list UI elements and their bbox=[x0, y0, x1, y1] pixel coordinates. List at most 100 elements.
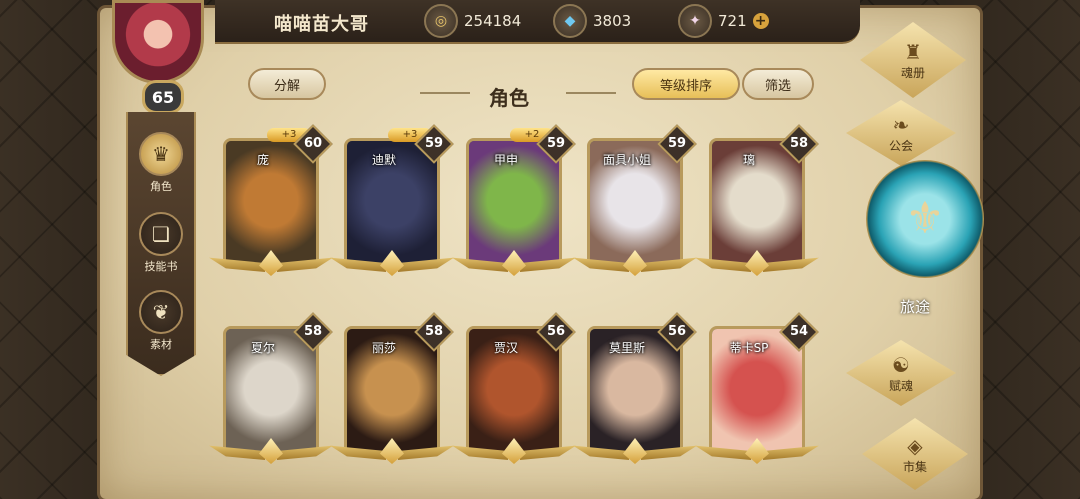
soul-grant-button[interactable]: ☯ 赋魂 bbox=[846, 340, 956, 406]
rank-gem-icon bbox=[259, 250, 283, 276]
rank-gem-icon bbox=[502, 250, 526, 276]
wing-icon bbox=[398, 257, 454, 272]
journey-ring: ⚜ bbox=[866, 160, 984, 278]
character-card[interactable]: 甲申 +2 59 bbox=[452, 124, 576, 276]
guild-label: 公会 bbox=[888, 138, 913, 153]
character-card[interactable]: 莫里斯 56 bbox=[573, 312, 697, 464]
character-name: 庞 bbox=[256, 153, 269, 167]
character-level: 58 bbox=[424, 324, 444, 339]
decompose-button[interactable]: 分解 bbox=[248, 68, 326, 100]
coin-icon: ◎ bbox=[424, 4, 458, 38]
rank-wings-icon bbox=[695, 246, 819, 276]
book-icon: ❏ bbox=[139, 212, 183, 256]
nav-item-label: 角色 bbox=[150, 180, 172, 193]
rank-wings-icon bbox=[452, 434, 576, 464]
market-button[interactable]: ◈ 市集 bbox=[862, 418, 968, 490]
crystal-icon: ◈ bbox=[907, 433, 923, 458]
wing-icon bbox=[277, 445, 333, 460]
wing-icon bbox=[763, 257, 819, 272]
player-name: 喵喵苗大哥 bbox=[274, 14, 369, 35]
journey-emblem-icon: ⚜ bbox=[905, 193, 945, 244]
rank-gem-icon bbox=[745, 438, 769, 464]
nav-item-characters[interactable]: ♛ 角色 bbox=[128, 126, 194, 196]
rank-gem-icon bbox=[623, 438, 647, 464]
wing-icon bbox=[520, 445, 576, 460]
rank-wings-icon bbox=[209, 434, 333, 464]
wing-icon bbox=[641, 445, 697, 460]
journey-label: 旅途 bbox=[900, 298, 931, 316]
character-name: 面具小姐 bbox=[602, 153, 651, 167]
wing-icon bbox=[452, 257, 508, 272]
journey-button[interactable]: ⚜ 旅途 bbox=[866, 160, 984, 330]
rank-wings-icon bbox=[573, 434, 697, 464]
title-flourish-right bbox=[566, 92, 616, 94]
player-level: 65 bbox=[142, 80, 184, 114]
character-card[interactable]: 贾汉 56 bbox=[452, 312, 576, 464]
gem-resource[interactable]: ✦ 721 + bbox=[678, 4, 769, 38]
wing-icon bbox=[763, 445, 819, 460]
rank-wings-icon bbox=[573, 246, 697, 276]
wing-icon bbox=[695, 257, 751, 272]
wing-icon bbox=[573, 257, 629, 272]
character-name: 丽莎 bbox=[371, 341, 396, 355]
character-level: 59 bbox=[546, 136, 566, 151]
character-level: 58 bbox=[303, 324, 323, 339]
character-card[interactable]: 蒂卡SP 54 bbox=[695, 312, 819, 464]
character-card[interactable]: 迪默 +3 59 bbox=[330, 124, 454, 276]
character-name: 贾汉 bbox=[493, 341, 518, 355]
coin-resource[interactable]: ◎ 254184 bbox=[424, 4, 521, 38]
rank-gem-icon bbox=[380, 250, 404, 276]
rank-wings-icon bbox=[452, 246, 576, 276]
nav-item-label: 素材 bbox=[150, 338, 172, 351]
wing-icon bbox=[573, 445, 629, 460]
guild-button[interactable]: ❧ 公会 bbox=[846, 100, 956, 166]
wing-icon bbox=[277, 257, 333, 272]
market-label: 市集 bbox=[902, 459, 927, 474]
filter-button[interactable]: 筛选 bbox=[742, 68, 814, 100]
character-level: 60 bbox=[303, 136, 323, 151]
character-name: 莫里斯 bbox=[608, 341, 645, 355]
wing-icon bbox=[209, 257, 265, 272]
wing-icon bbox=[452, 445, 508, 460]
wing-icon bbox=[398, 445, 454, 460]
rank-wings-icon bbox=[330, 434, 454, 464]
character-level: 56 bbox=[546, 324, 566, 339]
nav-item-materials[interactable]: ❦ 素材 bbox=[128, 284, 194, 354]
wing-icon bbox=[695, 445, 751, 460]
character-level: 56 bbox=[667, 324, 687, 339]
rank-gem-icon bbox=[745, 250, 769, 276]
helmet-icon: ♛ bbox=[139, 132, 183, 176]
character-card[interactable]: 面具小姐 59 bbox=[573, 124, 697, 276]
character-card[interactable]: 庞 +3 60 bbox=[209, 124, 333, 276]
wing-icon bbox=[209, 445, 265, 460]
crystal-value: 3803 bbox=[593, 12, 632, 30]
add-gem-button[interactable]: + bbox=[752, 13, 769, 29]
rank-wings-icon bbox=[209, 246, 333, 276]
rank-gem-icon bbox=[502, 438, 526, 464]
character-level: 59 bbox=[424, 136, 444, 151]
nav-item-skill-book[interactable]: ❏ 技能书 bbox=[128, 206, 194, 276]
character-name: 迪默 bbox=[371, 153, 396, 167]
rank-gem-icon bbox=[623, 250, 647, 276]
rank-wings-icon bbox=[330, 246, 454, 276]
soul-book-button[interactable]: ♜ 魂册 bbox=[860, 22, 966, 98]
crystal-icon: ◆ bbox=[553, 4, 587, 38]
character-name: 璃 bbox=[742, 153, 755, 167]
player-avatar[interactable]: 65 bbox=[110, 0, 206, 114]
soul-grant-label: 赋魂 bbox=[888, 378, 913, 393]
gem-value: 721 bbox=[718, 12, 747, 30]
page-title: 角色 bbox=[489, 86, 529, 110]
swirl-icon: ☯ bbox=[892, 352, 910, 377]
character-card[interactable]: 丽莎 58 bbox=[330, 312, 454, 464]
nav-item-label: 技能书 bbox=[144, 260, 178, 273]
character-card[interactable]: 璃 58 bbox=[695, 124, 819, 276]
character-level: 58 bbox=[789, 136, 809, 151]
title-flourish-left bbox=[420, 92, 470, 94]
character-level: 59 bbox=[667, 136, 687, 151]
rank-wings-icon bbox=[695, 434, 819, 464]
rank-gem-icon bbox=[380, 438, 404, 464]
crystal-resource[interactable]: ◆ 3803 bbox=[553, 4, 632, 38]
soul-book-label: 魂册 bbox=[900, 65, 925, 80]
sort-by-level-button[interactable]: 等级排序 bbox=[632, 68, 740, 100]
character-card[interactable]: 夏尔 58 bbox=[209, 312, 333, 464]
